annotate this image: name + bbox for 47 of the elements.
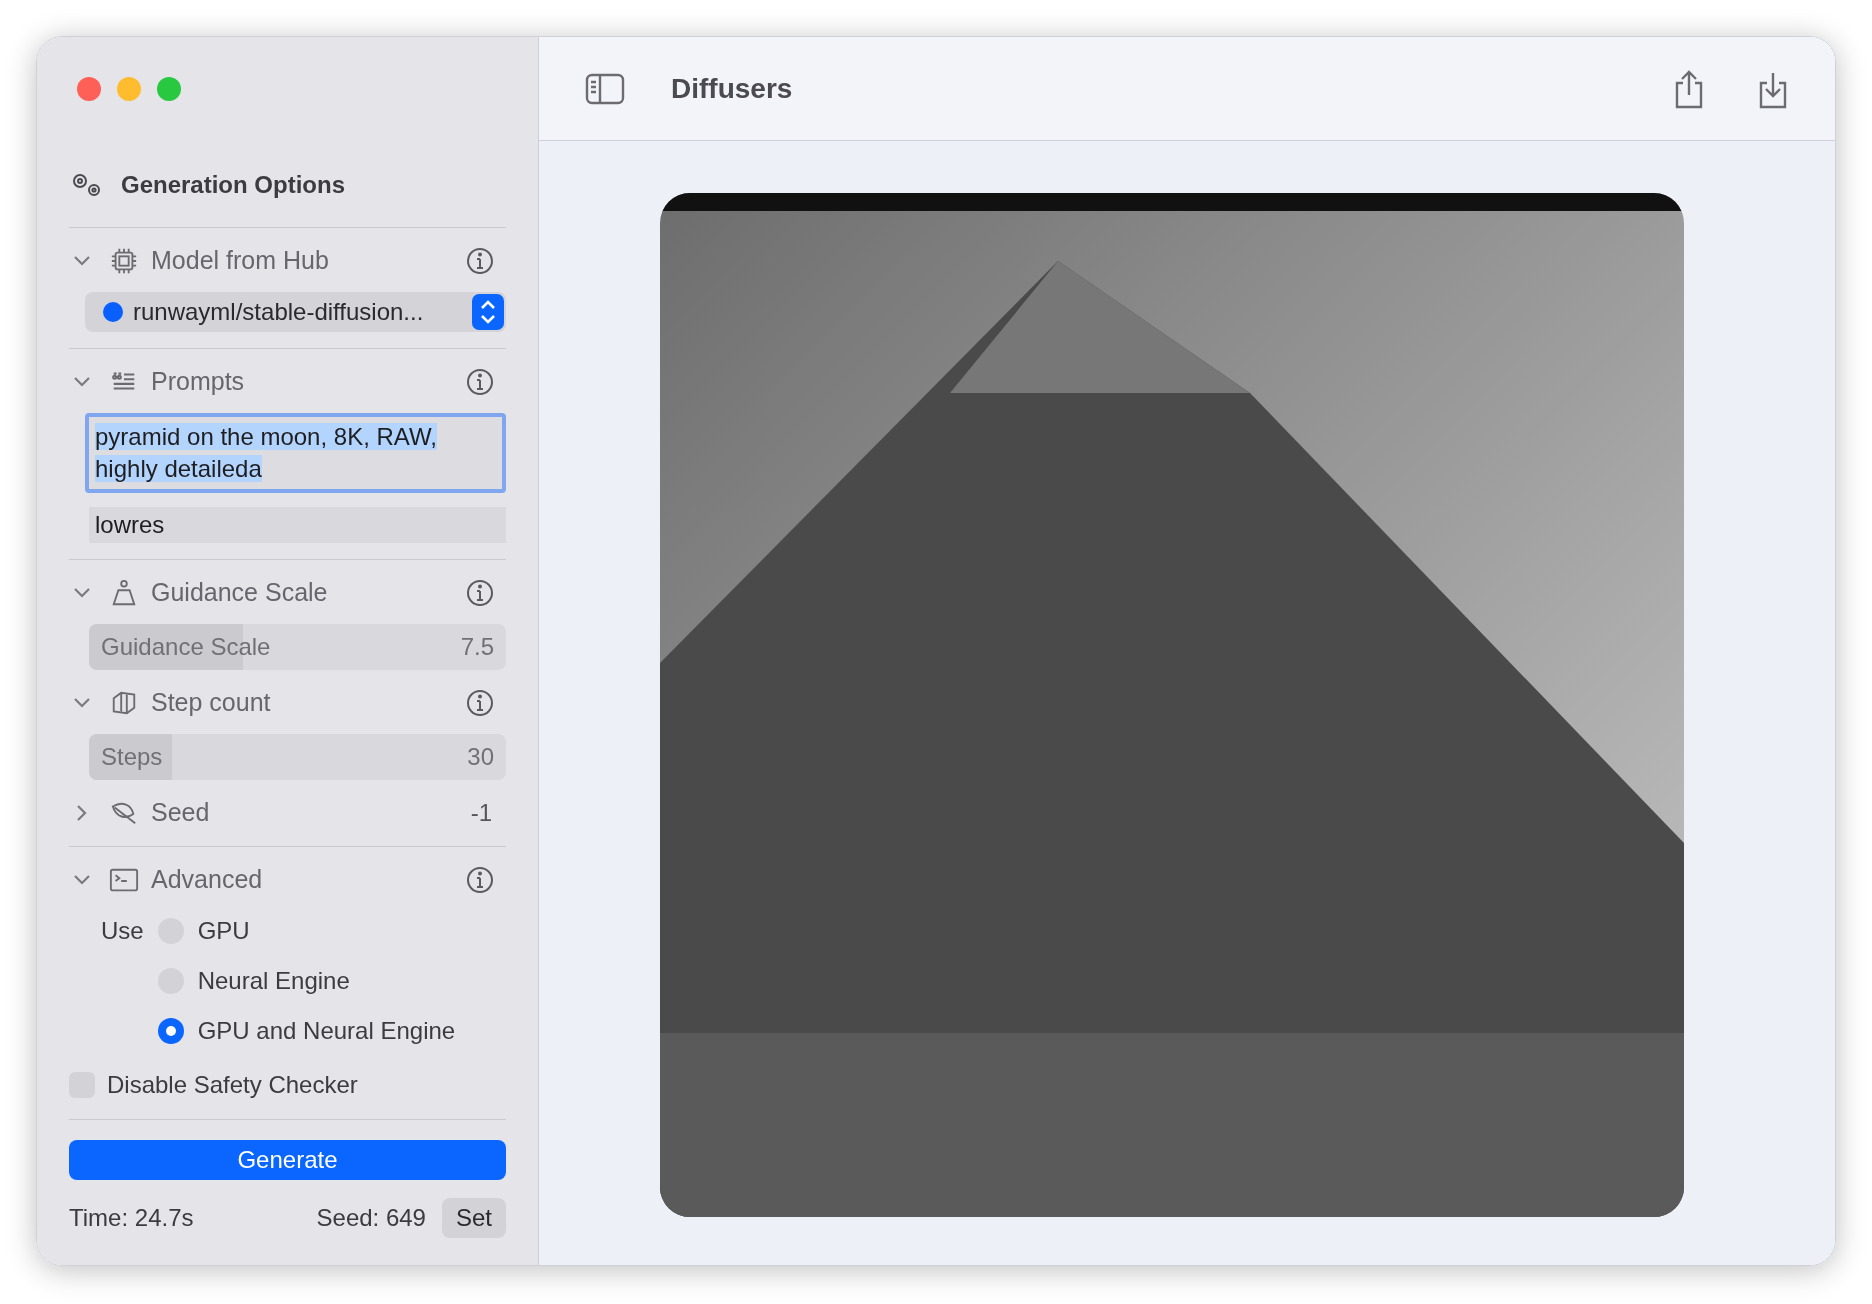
seed-value: -1	[470, 798, 492, 828]
use-label: Use	[101, 916, 144, 946]
window-title: Diffusers	[671, 71, 793, 106]
chevron-down-icon[interactable]	[73, 874, 91, 886]
radio-label: GPU	[197, 916, 250, 946]
slider-reading: 7.5	[460, 632, 494, 662]
seed-label: Seed: 649	[316, 1203, 426, 1233]
prompt-field[interactable]: pyramid on the moon, 8K, RAW, highly detaileda	[85, 413, 506, 493]
share-icon[interactable]	[1673, 68, 1705, 109]
model-name: runwayml/stable-diffusion...	[133, 297, 424, 327]
slider-track[interactable]: Guidance Scale 7.5	[89, 624, 506, 670]
chevron-down-icon[interactable]	[73, 255, 91, 267]
chevron-down-icon[interactable]	[73, 697, 91, 709]
generate-button[interactable]: Generate	[69, 1140, 506, 1180]
info-icon[interactable]	[466, 579, 494, 607]
chip-icon	[109, 247, 139, 275]
checkbox-label: Disable Safety Checker	[107, 1070, 358, 1100]
chevron-down-icon[interactable]	[73, 587, 91, 599]
chevron-down-icon[interactable]	[73, 376, 91, 388]
time-label: Time: 24.7s	[69, 1203, 194, 1233]
info-icon[interactable]	[466, 689, 494, 717]
model-picker[interactable]: runwayml/stable-diffusion...	[85, 292, 506, 332]
slider-label: Steps	[101, 742, 163, 772]
terminal-icon	[109, 866, 139, 894]
zoom-button[interactable]	[157, 77, 181, 101]
slider-track[interactable]: Steps 30	[89, 734, 506, 780]
sidebar-toggle-icon[interactable]	[585, 72, 625, 105]
section-title[interactable]: Seed	[151, 794, 210, 832]
negative-prompt-field[interactable]: lowres	[89, 507, 506, 543]
radio-label: Neural Engine	[197, 966, 350, 996]
section-title[interactable]: Model from Hub	[151, 242, 329, 280]
info-icon[interactable]	[466, 866, 494, 894]
slider-reading: 30	[467, 742, 494, 772]
set-button[interactable]: Set	[441, 1198, 506, 1238]
sidebar-title: Generation Options	[121, 170, 345, 200]
close-button[interactable]	[77, 77, 101, 101]
slider-label: Guidance Scale	[101, 632, 271, 662]
info-icon[interactable]	[466, 247, 494, 275]
radio-label: GPU and Neural Engine	[197, 1016, 456, 1046]
section-title[interactable]: Step count	[151, 684, 271, 722]
section-title[interactable]: Prompts	[151, 363, 245, 401]
section-title[interactable]: Advanced	[151, 861, 263, 899]
stepper-icon	[472, 294, 504, 330]
section-title[interactable]: Guidance Scale	[151, 574, 328, 612]
info-icon[interactable]	[466, 368, 494, 396]
radio-button[interactable]	[157, 1018, 184, 1044]
chevron-right-icon[interactable]	[76, 804, 88, 822]
